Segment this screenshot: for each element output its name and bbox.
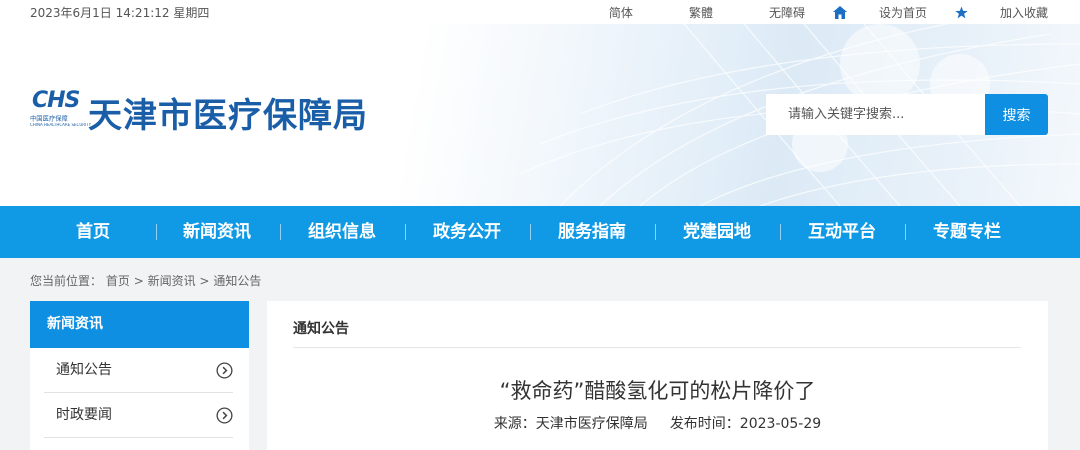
- nav-separator: [530, 224, 531, 240]
- nav-item-service-guide[interactable]: 服务指南: [552, 206, 632, 258]
- sidebar-item-label: 时政要闻: [56, 407, 112, 423]
- traditional-chinese-label: 繁體: [688, 6, 713, 20]
- nav-separator: [780, 224, 781, 240]
- nav-item-organization[interactable]: 组织信息: [302, 206, 382, 258]
- sidebar: 新闻资讯 通知公告 时政要闻: [30, 301, 249, 450]
- set-homepage-link[interactable]: 设为首页: [832, 4, 927, 21]
- nav-item-special-topics[interactable]: 专题专栏: [927, 206, 1007, 258]
- star-icon: [955, 6, 968, 19]
- logo-subtitle-en: CHINA HEALTHCARE SECURITY: [30, 123, 92, 128]
- search-button[interactable]: 搜索: [985, 94, 1048, 135]
- breadcrumb-home[interactable]: 首页: [106, 274, 130, 288]
- nav-separator: [280, 224, 281, 240]
- logo-abbreviation: CHS: [32, 88, 80, 113]
- traditional-chinese-link[interactable]: 繁體: [661, 4, 713, 21]
- nav-item-home[interactable]: 首页: [62, 206, 124, 258]
- breadcrumb-separator: >: [133, 274, 144, 288]
- top-links: 简体 繁體 无障碍 设为首页 加入收藏: [553, 4, 1048, 21]
- article-source: 来源：天津市医疗保障局: [493, 416, 648, 432]
- simplified-chinese-label: 简体: [608, 6, 633, 20]
- section-title: 通知公告: [293, 321, 349, 337]
- sidebar-item-political-news[interactable]: 时政要闻: [44, 393, 233, 438]
- main-nav: 首页 新闻资讯 组织信息 政务公开 服务指南 党建园地 互动平台 专题专栏: [0, 206, 1080, 258]
- site-logo[interactable]: CHS 中国医疗保障 CHINA HEALTHCARE SECURITY 天津市…: [30, 88, 368, 137]
- breadcrumb-notices[interactable]: 通知公告: [213, 274, 261, 288]
- home-icon: [832, 6, 847, 19]
- nav-separator: [405, 224, 406, 240]
- section-divider: [293, 347, 1021, 348]
- nav-separator: [655, 224, 656, 240]
- breadcrumb-separator: >: [199, 274, 210, 288]
- add-favorite-link[interactable]: 加入收藏: [955, 4, 1048, 21]
- nav-item-news[interactable]: 新闻资讯: [177, 206, 257, 258]
- nav-item-party-building[interactable]: 党建园地: [677, 206, 757, 258]
- article-title: “救命药”醋酸氢化可的松片降价了: [499, 379, 816, 403]
- sidebar-heading: 新闻资讯: [30, 301, 249, 348]
- site-header: CHS 中国医疗保障 CHINA HEALTHCARE SECURITY 天津市…: [0, 24, 1080, 206]
- add-favorite-label: 加入收藏: [999, 6, 1048, 20]
- nav-separator: [156, 224, 157, 240]
- accessibility-link[interactable]: 无障碍: [741, 4, 805, 21]
- chevron-right-circle-icon: [216, 407, 233, 424]
- top-bar: 2023年6月1日 14:21:12 星期四 简体 繁體 无障碍 设为首页 加入…: [0, 0, 1080, 24]
- simplified-chinese-link[interactable]: 简体: [581, 4, 633, 21]
- nav-separator: [905, 224, 906, 240]
- accessibility-label: 无障碍: [768, 6, 805, 20]
- nav-item-interaction[interactable]: 互动平台: [802, 206, 882, 258]
- breadcrumb-prefix: 您当前位置：: [30, 274, 103, 288]
- article-publish-time: 发布时间：2023-05-29: [669, 416, 822, 432]
- set-homepage-label: 设为首页: [878, 6, 927, 20]
- sidebar-item-notices[interactable]: 通知公告: [44, 348, 233, 393]
- search-box: 搜索: [766, 94, 1048, 135]
- main-content: 通知公告 “救命药”醋酸氢化可的松片降价了 来源：天津市医疗保障局 发布时间：20…: [267, 301, 1048, 450]
- sidebar-item-label: 通知公告: [56, 362, 112, 378]
- chevron-right-circle-icon: [216, 362, 233, 379]
- article-meta: 来源：天津市医疗保障局 发布时间：2023-05-29: [267, 413, 1048, 433]
- breadcrumb: 您当前位置： 首页 > 新闻资讯 > 通知公告: [30, 272, 261, 289]
- logo-subtitle: 中国医疗保障: [30, 114, 68, 123]
- breadcrumb-news[interactable]: 新闻资讯: [148, 274, 196, 288]
- current-datetime: 2023年6月1日 14:21:12 星期四: [30, 6, 210, 20]
- chs-logo-mark: CHS 中国医疗保障 CHINA HEALTHCARE SECURITY: [30, 88, 92, 134]
- nav-item-government-affairs[interactable]: 政务公开: [427, 206, 507, 258]
- site-title: 天津市医疗保障局: [88, 96, 368, 136]
- search-input[interactable]: [766, 94, 985, 135]
